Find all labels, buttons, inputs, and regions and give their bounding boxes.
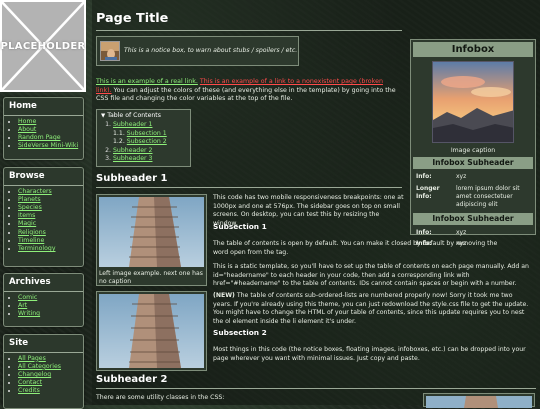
figure-caption: Left image example. next one has no capt… [99, 270, 203, 285]
notice-box: This is a notice box, to warn about stub… [96, 36, 299, 66]
building-photo [426, 396, 532, 408]
subsection-2-heading: Subsection 2 [213, 328, 267, 337]
sidebar-browse-title: Browse [4, 168, 83, 186]
toc-item-subheader-1[interactable]: Subheader 1 [113, 121, 152, 128]
sidebar-item-magic[interactable]: Magic [18, 220, 36, 227]
sidebar-item-credits[interactable]: Credits [18, 387, 40, 394]
infobox-key: Info: [416, 173, 432, 181]
infobox-row: Longer Info: lorem ipsum dolor sit amet … [416, 185, 533, 208]
subheader-2: Subheader 2 [96, 374, 168, 385]
sidebar-item-characters[interactable]: Characters [18, 188, 52, 195]
infobox-title: Infobox [413, 42, 533, 57]
toc-item-subheader-2[interactable]: Subheader 2 [113, 147, 152, 154]
sidebar-item-random-page[interactable]: Random Page [18, 134, 61, 141]
toc-toggle[interactable]: ▼ Table of Contents [101, 112, 186, 120]
sidebar-item-mini-wiki[interactable]: SideVerse Mini-Wiki [18, 142, 78, 149]
new-update-text: The table of contents sub-ordered-lists … [213, 292, 529, 325]
sidebar-home-box: Home Home About Random Page SideVerse Mi… [3, 97, 84, 160]
infobox-key: Info: [416, 228, 432, 236]
sidebar-item-religions[interactable]: Religions [18, 229, 46, 236]
toc-item-subsection-1[interactable]: Subsection 1 [127, 130, 167, 137]
infobox-value: xyz [456, 173, 467, 181]
intro-text: You can adjust the colors of these (and … [96, 86, 396, 103]
paragraph-static-template: This is a static template, so you'll hav… [213, 263, 529, 288]
subheader-1-divider [96, 187, 402, 188]
new-label: (NEW) [213, 292, 235, 299]
infobox-image [432, 61, 514, 143]
sidebar-archives-box: Archives Comic Art Writing [3, 273, 84, 327]
site-logo[interactable]: PLACEHOLDER [0, 0, 86, 92]
intro-paragraph: This is an example of a real link. This … [96, 78, 400, 104]
page-title: Page Title [96, 11, 169, 26]
infobox-subheader: Infobox Subheader [413, 212, 533, 225]
sidebar-item-species[interactable]: Species [18, 204, 42, 211]
disclosure-triangle-icon: ▼ [101, 113, 106, 119]
sidebar-home-title: Home [4, 98, 83, 116]
sidebar-browse-box: Browse Characters Planets Species Items … [3, 167, 84, 267]
toc-number: 1.1. [113, 129, 125, 137]
paragraph-utility-classes: There are some utility classes in the CS… [96, 394, 225, 401]
sidebar-archives-title: Archives [4, 274, 83, 292]
paragraph-drop-in: Most things in this code (the notice box… [213, 346, 526, 362]
infobox-caption: Image caption [450, 147, 496, 154]
sidebar-item-all-categories[interactable]: All Categories [18, 363, 61, 370]
sidebar-item-contact[interactable]: Contact [18, 379, 42, 386]
sidebar-item-writing[interactable]: Writing [18, 310, 40, 317]
toc-heading: Table of Contents [107, 112, 161, 119]
infobox-key: Info: [416, 240, 432, 248]
toc-item-subsection-2[interactable]: Subsection 2 [127, 138, 167, 145]
infobox-row: Info: xyz [416, 173, 533, 181]
second-image-figure [96, 291, 207, 371]
sidebar-item-timeline[interactable]: Timeline [18, 237, 44, 244]
sidebar-item-all-pages[interactable]: All Pages [18, 355, 46, 362]
sidebar-item-items[interactable]: Items [18, 212, 35, 219]
sidebar-item-about[interactable]: About [18, 126, 36, 133]
infobox-key: Longer Info: [416, 185, 440, 200]
subsection-1-heading: Subsection 1 [213, 222, 267, 231]
notice-icon [100, 41, 120, 61]
sidebar-site-title: Site [4, 335, 83, 353]
sidebar-item-planets[interactable]: Planets [18, 196, 41, 203]
left-image-figure: Left image example. next one has no capt… [96, 194, 207, 286]
notice-text: This is a notice box, to warn about stub… [124, 46, 298, 54]
toc-number: 1.2. [113, 138, 125, 146]
sidebar-item-terminology[interactable]: Terminology [18, 245, 56, 252]
infobox-value: xyz [456, 240, 467, 248]
toc-item-subheader-3[interactable]: Subheader 3 [113, 155, 152, 162]
infobox-row: Info: xyz [416, 240, 533, 248]
infobox: Infobox Image caption Infobox Subheader … [410, 39, 536, 247]
building-photo [99, 197, 204, 267]
title-divider [96, 30, 402, 31]
table-of-contents: ▼Table of Contents Subheader 1 1.1. Subs… [96, 109, 191, 167]
sidebar-item-art[interactable]: Art [18, 302, 27, 309]
subheader-1: Subheader 1 [96, 173, 168, 184]
sidebar-site-box: Site All Pages All Categories Changelog … [3, 334, 84, 409]
sidebar-item-comic[interactable]: Comic [18, 294, 37, 301]
sidebar-item-changelog[interactable]: Changelog [18, 371, 51, 378]
infobox-row: Info: xyz [416, 229, 533, 237]
building-photo [99, 294, 204, 368]
sidebar-item-home[interactable]: Home [18, 118, 36, 125]
logo-text: PLACEHOLDER [0, 41, 86, 52]
real-link[interactable]: This is an example of a real link. [96, 78, 198, 85]
infobox-value: lorem ipsum dolor sit amet consectetuer … [456, 185, 520, 208]
paragraph-new-update: (NEW) The table of contents sub-ordered-… [213, 292, 531, 326]
infobox-subheader: Infobox Subheader [413, 157, 533, 170]
subheader-2-divider [96, 388, 536, 389]
infobox-value: xyz [456, 228, 467, 236]
